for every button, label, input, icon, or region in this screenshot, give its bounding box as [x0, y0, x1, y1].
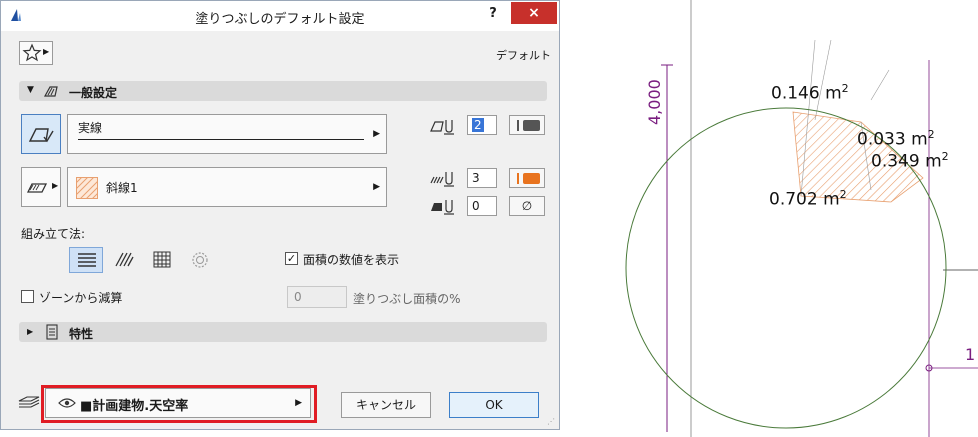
construction-method-4[interactable]: [183, 247, 217, 273]
show-area-label: 面積の数値を表示: [303, 253, 400, 267]
line-type-dropdown[interactable]: 実線 ▶: [67, 114, 387, 154]
area-label-3: 0.349 m2: [871, 150, 949, 172]
subtract-zone-checkbox[interactable]: [21, 290, 34, 303]
general-settings-section[interactable]: ▼ 一般設定: [19, 81, 547, 101]
triangle-right-icon: ▶: [27, 327, 34, 336]
sector-line: [870, 69, 890, 101]
lines-icon: [78, 253, 96, 267]
line-type-value: 実線: [78, 121, 103, 135]
help-button[interactable]: ?: [481, 4, 505, 24]
general-settings-label: 一般設定: [69, 86, 118, 100]
radial-icon: [192, 252, 208, 268]
contour-pen-icon: [430, 120, 454, 135]
background-pen-color-button[interactable]: ∅: [509, 196, 545, 216]
fill-pen-input[interactable]: 3: [467, 168, 497, 188]
area-label-2: 0.033 m2: [857, 128, 935, 150]
sector-line: [814, 39, 832, 121]
diagonal-hatch-icon: [115, 252, 134, 267]
pen-color-swatch: [517, 120, 519, 131]
dialog-title: 塗りつぶしのデフォルト設定: [195, 12, 365, 27]
fill-pen-icon: [430, 172, 454, 187]
background-pen-input[interactable]: 0: [467, 196, 497, 216]
area-label-1: 0.146 m2: [771, 82, 849, 104]
chevron-right-icon: ▶: [373, 182, 380, 192]
fill-area-percent-label: 塗りつぶし面積の%: [353, 292, 461, 306]
ok-button[interactable]: OK: [449, 392, 539, 418]
fill-tool-icon: [43, 86, 58, 97]
contour-pen-value: 2: [472, 118, 484, 132]
fill-type-button[interactable]: ▶: [21, 167, 61, 207]
triangle-down-icon: ▼: [27, 85, 34, 95]
construction-method-label: 組み立て法:: [21, 227, 86, 241]
favorites-button[interactable]: ▶: [19, 41, 53, 65]
title-bar: 塗りつぶしのデフォルト設定 ? ×: [1, 1, 559, 31]
resize-grip-icon[interactable]: ⋰: [547, 417, 555, 426]
chevron-right-icon: ▶: [373, 129, 380, 139]
contour-pen-color-button[interactable]: [509, 115, 545, 135]
construction-method-1[interactable]: [69, 247, 103, 273]
pen-color-swatch-fill: [523, 120, 540, 131]
show-area-checkbox[interactable]: ✓: [285, 252, 298, 265]
highlight-annotation: [41, 385, 317, 423]
hatch-swatch-icon: [76, 177, 98, 199]
cancel-button[interactable]: キャンセル: [341, 392, 431, 418]
chevron-right-icon: ▶: [52, 181, 59, 190]
subtract-zone-label: ゾーンから減算: [39, 291, 123, 305]
default-label: デフォルト: [496, 49, 551, 62]
fill-pattern-value: 斜線1: [106, 181, 138, 195]
dimension-value: 4,000: [645, 79, 664, 125]
construction-method-2[interactable]: [107, 247, 141, 273]
pen-color-swatch-fill: [523, 173, 540, 184]
fill-default-settings-dialog: 塗りつぶしのデフォルト設定 ? × ▶ デフォルト ▼ 一般設定 実線 ▶ 2 …: [0, 0, 560, 430]
document-icon: [46, 324, 58, 340]
fill-area-percent-input[interactable]: 0: [287, 286, 347, 308]
dimension-edge-text: 1: [965, 345, 976, 364]
pen-color-swatch: [517, 173, 519, 184]
drawing-canvas: 4,000 0.146 m2 0.033 m2 0.349 m2 0.702 m…: [575, 0, 978, 437]
fill-contour-icon: [28, 128, 54, 143]
chevron-right-icon: ▶: [43, 47, 50, 56]
screen: 塗りつぶしのデフォルト設定 ? × ▶ デフォルト ▼ 一般設定 実線 ▶ 2 …: [0, 0, 978, 437]
layer-stack-icon: [18, 396, 40, 408]
fill-pattern-dropdown[interactable]: 斜線1 ▶: [67, 167, 387, 207]
close-button[interactable]: ×: [511, 2, 557, 24]
solid-line-preview: [78, 139, 364, 140]
floor-plan-drawing: [625, 0, 978, 437]
checker-icon: [153, 251, 171, 268]
fill-pen-color-button[interactable]: [509, 168, 545, 188]
contour-pen-input[interactable]: 2: [467, 115, 497, 135]
construction-method-3[interactable]: [145, 247, 179, 273]
area-label-4: 0.702 m2: [769, 188, 847, 210]
fill-contour-button[interactable]: [21, 114, 61, 154]
properties-section[interactable]: ▶ 特性: [19, 322, 547, 342]
properties-label: 特性: [69, 327, 94, 341]
star-icon: [22, 43, 42, 62]
background-pen-icon: [431, 200, 454, 215]
